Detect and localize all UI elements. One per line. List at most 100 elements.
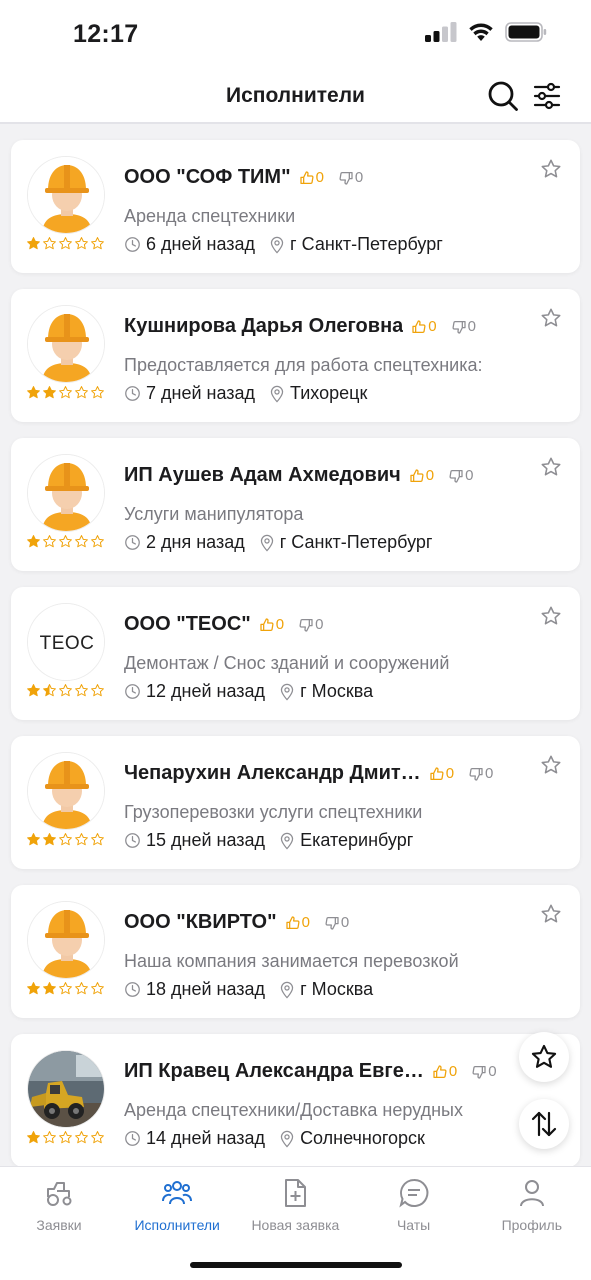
tab-chat[interactable]: Чаты [355,1177,473,1233]
performer-card[interactable]: Чепарухин Александр Дмит… 0 0 Грузоперевозк… [11,736,580,869]
posted-time: 7 дней назад [146,383,256,403]
loader-photo-image [28,1051,104,1127]
location: Тихорецк [269,383,367,404]
like-button[interactable]: 0 [259,616,284,633]
clock-icon-wrap [124,683,141,700]
location-text: Екатеринбург [300,830,414,850]
performer-card[interactable]: ТЕОС ООО "ТЕОС" 0 0 Демонтаж / Снос зданий и… [11,587,580,720]
avatar [27,305,105,383]
favorite-star-icon[interactable] [540,605,562,627]
performer-description: Аренда спецтехники/Доставка нерудных [124,1100,463,1120]
performer-list[interactable]: ООО "СОФ ТИМ" 0 0 Аренда спецтехники 6 дней … [0,126,591,1166]
tab-people[interactable]: Исполнители [118,1177,236,1233]
favorite-star-icon[interactable] [540,307,562,329]
new-document-icon [285,1179,307,1207]
rating-stars [26,683,105,698]
star-filled-icon [43,386,56,399]
location-pin-icon [270,385,284,403]
favorites-fab-button[interactable] [519,1032,569,1082]
profile-icon [519,1180,544,1207]
like-button[interactable]: 0 [411,318,437,335]
dislike-button[interactable]: 0 [338,169,363,186]
tab-label: Заявки [36,1217,82,1233]
star-empty-icon [75,982,88,995]
worker-avatar-icon [28,902,104,978]
rating-stars [26,236,105,251]
search-button[interactable] [485,78,521,114]
star-empty-icon [91,1131,104,1144]
performer-name: ООО "ТЕОС" [124,613,251,635]
tab-tractor[interactable]: Заявки [0,1177,118,1233]
thumbs-down-icon [325,916,339,930]
rating-stars [26,1130,105,1145]
performer-name: ИП Аушев Адам Ахмедович [124,464,401,486]
name-row: ООО "СОФ ТИМ" 0 0 [124,166,520,189]
performer-name: ИП Кравец Александра Евге… [124,1060,424,1082]
clock-icon [125,833,140,848]
dislike-button[interactable]: 0 [448,467,473,484]
dislike-button[interactable]: 0 [451,318,476,335]
worker-avatar-icon [28,306,104,382]
performer-meta: 7 дней назад Тихорецк [124,383,367,404]
tab-label: Исполнители [134,1217,220,1233]
performer-card[interactable]: ООО "СОФ ТИМ" 0 0 Аренда спецтехники 6 дней … [11,140,580,273]
name-row: ИП Кравец Александра Евге… 0 0 [124,1060,520,1083]
performer-description: Демонтаж / Снос зданий и сооружений [124,653,450,673]
star-empty-icon [91,684,104,697]
star-empty-icon [75,535,88,548]
performer-card[interactable]: ИП Аушев Адам Ахмедович 0 0 Услуги манипуля… [11,438,580,571]
thumbs-down-icon [452,320,466,334]
favorite-star-icon[interactable] [540,456,562,478]
filter-button[interactable] [529,78,565,114]
navigation-bar: Исполнители [0,68,591,124]
star-empty-icon [91,833,104,846]
star-empty-icon [91,535,104,548]
like-button[interactable]: 0 [429,765,454,782]
dislike-button[interactable]: 0 [324,914,349,931]
thumbs-up-icon [260,617,274,631]
favorite-star-icon[interactable] [540,158,562,180]
avatar [27,454,105,532]
location-pin-icon [280,832,294,850]
dislike-button[interactable]: 0 [468,765,493,782]
tab-profile[interactable]: Профиль [473,1177,591,1233]
favorite-star-icon[interactable] [540,754,562,776]
dislike-count: 0 [467,318,476,335]
posted-time: 15 дней назад [146,830,266,850]
dislike-count: 0 [340,914,350,931]
pin-icon-wrap [279,683,295,701]
worker-avatar-icon [28,753,104,829]
location-pin-icon [270,236,284,254]
dislike-button[interactable]: 0 [298,616,323,633]
performer-description: Услуги манипулятора [124,504,304,524]
worker-avatar-icon [28,455,104,531]
star-outline-icon [531,1044,557,1068]
star-filled-icon [27,237,40,250]
filter-sliders-icon [533,82,561,110]
dislike-button[interactable]: 0 [471,1063,497,1080]
like-button[interactable]: 0 [432,1063,457,1080]
tab-label: Профиль [501,1217,563,1233]
clock-icon-wrap [124,981,141,998]
performer-name: ООО "КВИРТО" [124,911,277,933]
tab-new-document[interactable]: Новая заявка [236,1177,354,1233]
thumbs-down-icon [472,1065,486,1079]
chat-icon [398,1178,428,1208]
performer-description: Наша компания занимается перевозкой [124,951,459,971]
location: г Москва [279,681,373,702]
name-row: ООО "ТЕОС" 0 0 [124,613,520,636]
performer-card[interactable]: ООО "КВИРТО" 0 0 Наша компания занимается п… [11,885,580,1018]
sort-fab-button[interactable] [519,1099,569,1149]
like-button[interactable]: 0 [409,467,434,484]
star-half-icon [43,684,56,697]
favorite-star-icon[interactable] [540,903,562,925]
like-button[interactable]: 0 [285,914,310,931]
thumbs-down-icon [299,618,313,632]
thumbs-down-icon [449,469,463,483]
star-empty-icon [59,535,72,548]
performer-card[interactable]: ИП Кравец Александра Евге… 0 0 Аренда спецт… [11,1034,580,1166]
posted-time: 2 дня назад [146,532,245,552]
performer-card[interactable]: Кушнирова Дарья Олеговна 0 0 Предоставляетс… [11,289,580,422]
location-pin-icon [280,981,294,999]
like-button[interactable]: 0 [299,169,324,186]
